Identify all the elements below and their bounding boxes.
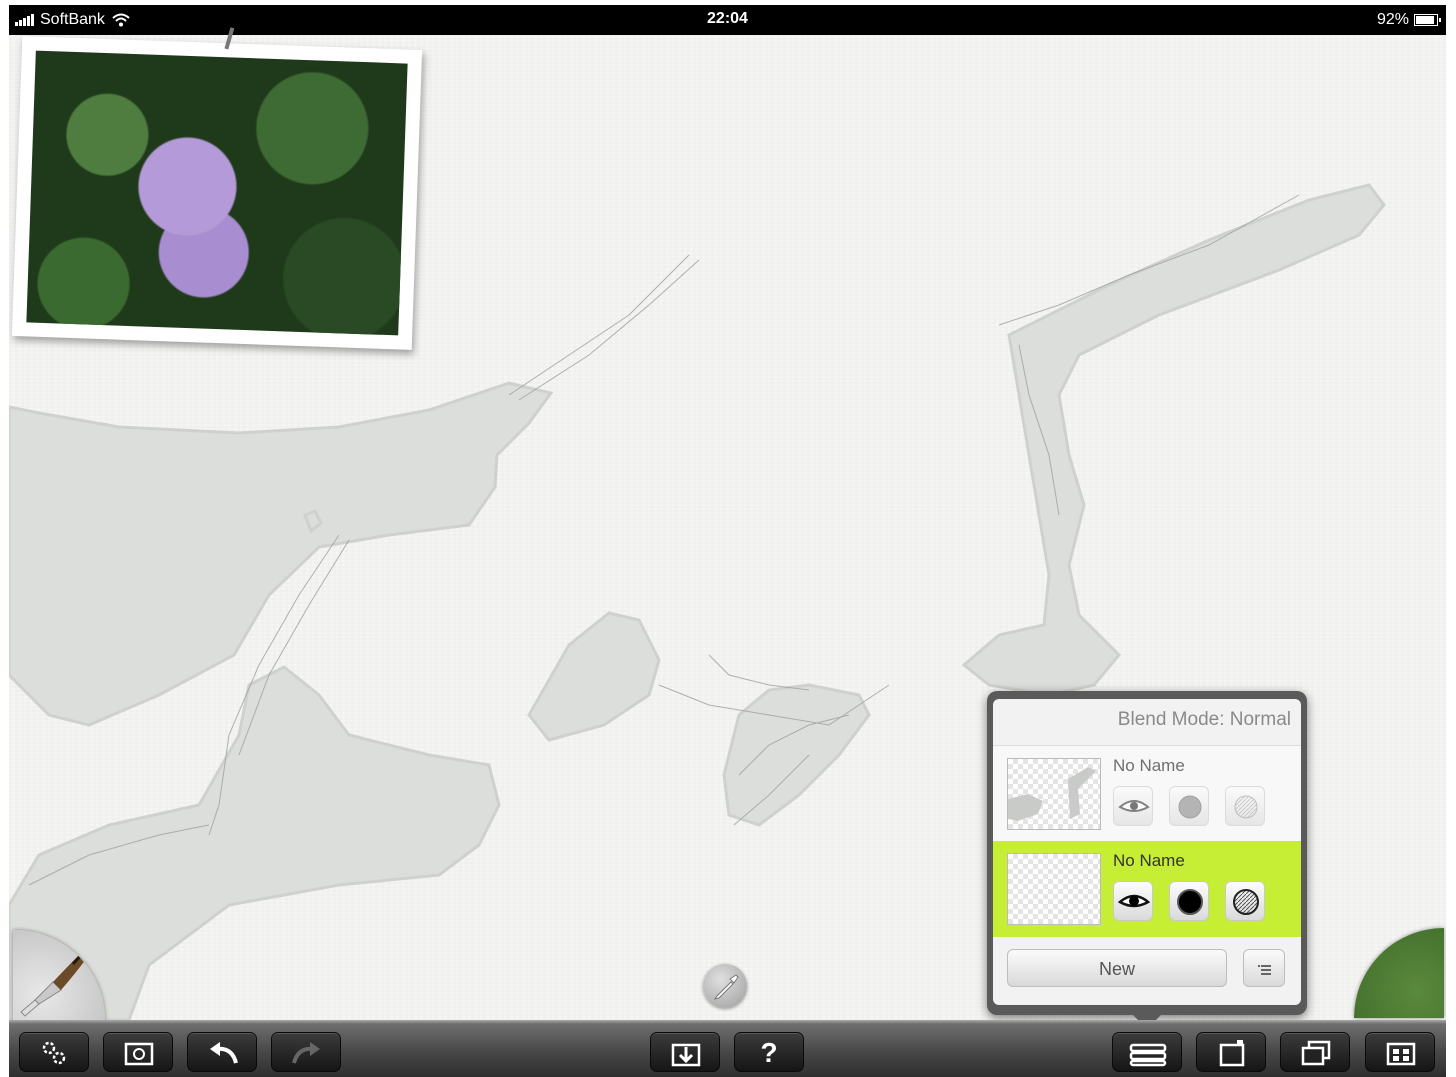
help-icon: ? [760, 1037, 778, 1068]
new-layer-button[interactable]: New [1007, 949, 1227, 987]
redo-icon [292, 1042, 320, 1064]
help-button[interactable]: ? [734, 1032, 804, 1072]
alpha-lock-button[interactable] [1169, 786, 1209, 826]
brush-icon [20, 930, 105, 1017]
alpha-lock-button[interactable] [1169, 881, 1209, 921]
layer-row-selected[interactable]: No Name [993, 841, 1301, 937]
eye-icon [1117, 894, 1151, 908]
gear-icon [42, 1041, 66, 1065]
layer-name: No Name [1113, 756, 1185, 775]
layer-visibility-button[interactable] [1113, 786, 1153, 826]
new-canvas-button[interactable] [1196, 1032, 1266, 1072]
layer-thumbnail [1007, 853, 1101, 925]
clipping-icon [1234, 795, 1258, 819]
gallery-settings-button[interactable] [103, 1032, 173, 1072]
battery-icon [1414, 14, 1441, 26]
bottom-toolbar: ? [9, 1020, 1446, 1077]
alpha-lock-icon [1177, 889, 1203, 915]
layer-name: No Name [1113, 851, 1185, 870]
paint-shape-right-peninsula [961, 183, 1386, 697]
menu-icon [1258, 965, 1271, 975]
gallery-icon [1386, 1042, 1416, 1066]
layer-menu-button[interactable] [1243, 949, 1285, 987]
layers-popover: Blend Mode: Normal No Name No Name New [987, 691, 1307, 1029]
clipping-icon [1233, 889, 1259, 915]
drawing-canvas[interactable]: Blend Mode: Normal No Name No Name New [9, 27, 1446, 1029]
paint-shape-small-island [722, 683, 871, 827]
alpha-lock-icon [1178, 795, 1202, 819]
reference-photo[interactable] [11, 27, 423, 350]
layer-thumbnail [1007, 758, 1101, 830]
new-canvas-icon [1219, 1040, 1245, 1067]
import-button[interactable] [650, 1032, 720, 1072]
paint-shape-middle-blob [527, 611, 661, 742]
redo-button[interactable] [271, 1032, 341, 1072]
layer-visibility-button[interactable] [1113, 881, 1153, 921]
status-time: 22:04 [707, 10, 748, 27]
layers-panel: Blend Mode: Normal No Name No Name New [993, 699, 1301, 1005]
brush-tool-button[interactable] [13, 930, 105, 1022]
settings-button[interactable] [19, 1032, 89, 1072]
duplicate-icon [1301, 1040, 1331, 1066]
gallery-settings-icon [124, 1042, 154, 1066]
layers-icon [1129, 1043, 1167, 1067]
clipping-button[interactable] [1225, 881, 1265, 921]
app-window: SoftBank 22:04 92% Blend Mode: Normal No… [9, 5, 1446, 1077]
battery-label: 92% [1376, 11, 1409, 28]
layers-button[interactable] [1112, 1032, 1182, 1072]
eyedropper-button[interactable] [703, 964, 747, 1008]
eyedropper-icon [713, 974, 739, 1000]
battery-fill [1416, 16, 1435, 24]
import-icon [671, 1043, 701, 1067]
clipping-button[interactable] [1225, 786, 1265, 826]
gallery-button[interactable] [1365, 1032, 1435, 1072]
undo-icon [210, 1042, 238, 1064]
eye-icon [1118, 800, 1150, 812]
layer-row[interactable]: No Name [993, 745, 1301, 842]
status-right: 92% [1376, 11, 1441, 29]
blend-mode-label[interactable]: Blend Mode: Normal [1118, 709, 1291, 731]
status-bar: SoftBank 22:04 92% [9, 5, 1446, 35]
undo-button[interactable] [187, 1032, 257, 1072]
hydrangea-photo [26, 50, 408, 336]
duplicate-button[interactable] [1280, 1032, 1350, 1072]
